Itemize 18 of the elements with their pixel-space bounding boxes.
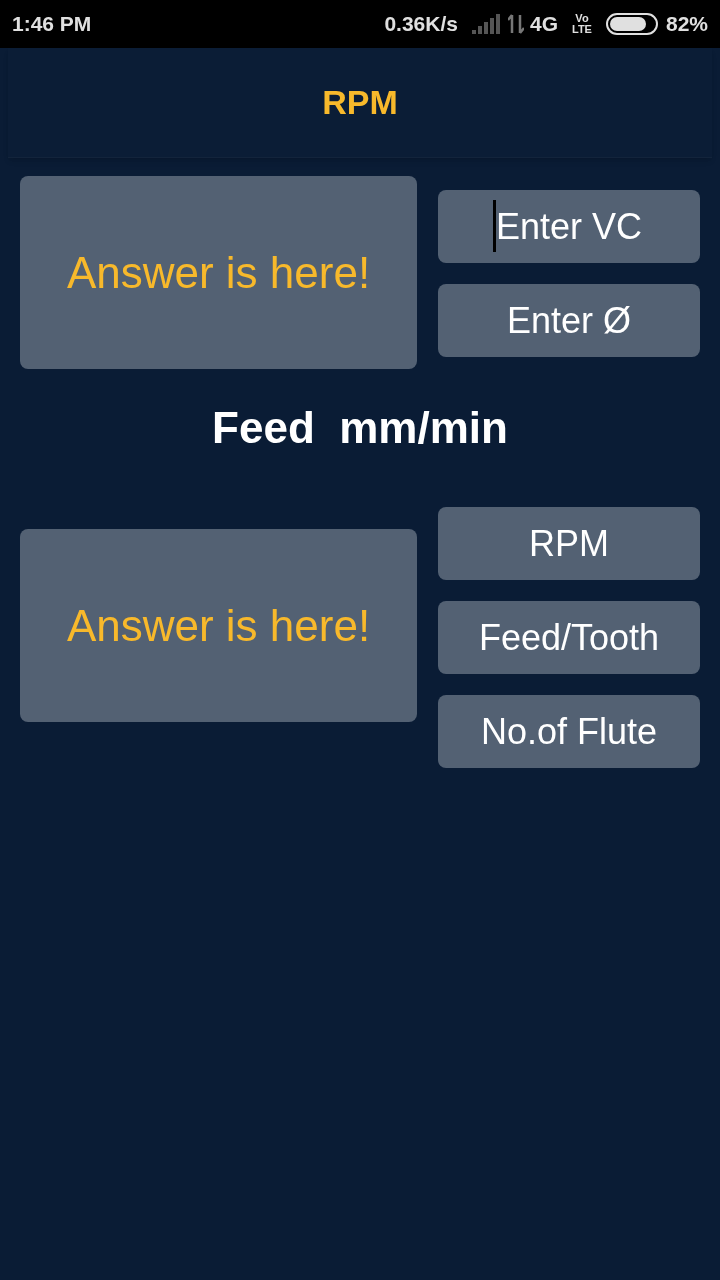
- clock: 1:46 PM: [12, 11, 92, 38]
- input-field[interactable]: RPM: [438, 507, 700, 580]
- volte-label: Vo: [575, 13, 589, 24]
- network-speed: 0.36K/s: [384, 11, 458, 38]
- section-title: Feed mm/min: [211, 402, 509, 454]
- network-type: 4G: [530, 11, 558, 38]
- data-arrows-icon: [508, 13, 524, 35]
- answer-display: Answer is here!: [20, 529, 417, 722]
- battery-icon: [605, 13, 658, 35]
- answer-display: Answer is here!: [20, 176, 417, 369]
- signal-icon: [472, 14, 500, 34]
- battery-percent: 82%: [665, 11, 708, 38]
- volte-label: LTE: [572, 24, 592, 35]
- input-field[interactable]: Enter VC: [438, 190, 700, 263]
- input-field[interactable]: No.of Flute: [438, 695, 700, 768]
- app-title: RPM: [322, 82, 398, 123]
- input-field[interactable]: Enter Ø: [438, 284, 700, 357]
- input-field[interactable]: Feed/Tooth: [438, 601, 700, 674]
